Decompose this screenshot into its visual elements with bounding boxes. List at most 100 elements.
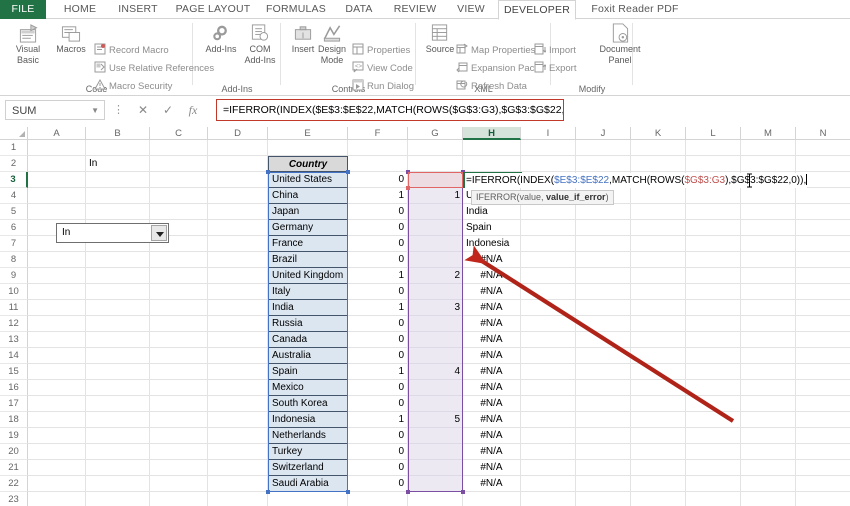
cell-M8[interactable] [741, 252, 796, 268]
cell-C20[interactable] [150, 444, 208, 460]
cell-I2[interactable] [521, 156, 576, 172]
cell-K12[interactable] [631, 316, 686, 332]
cell-L8[interactable] [686, 252, 741, 268]
ribbon-button-export[interactable]: Export [534, 61, 576, 76]
cell-H17-result[interactable]: #N/A [463, 396, 521, 412]
cell-F5-flag[interactable]: 0 [348, 204, 408, 220]
cell-L2[interactable] [686, 156, 741, 172]
cell-J23[interactable] [576, 492, 631, 506]
cell-M9[interactable] [741, 268, 796, 284]
row-header-11[interactable]: 11 [0, 300, 28, 316]
cell-B9[interactable] [86, 268, 150, 284]
cell-M2[interactable] [741, 156, 796, 172]
cell-H20-result[interactable]: #N/A [463, 444, 521, 460]
cell-I10[interactable] [521, 284, 576, 300]
ribbon-button-use-relative-references[interactable]: Use Relative References [94, 61, 214, 76]
cancel-formula-icon[interactable]: ✕ [135, 102, 151, 118]
cell-D20[interactable] [208, 444, 268, 460]
row-header-4[interactable]: 4 [0, 188, 28, 204]
row-header-13[interactable]: 13 [0, 332, 28, 348]
cell-M22[interactable] [741, 476, 796, 492]
column-header-G[interactable]: G [408, 127, 463, 140]
cell-G8-rank[interactable] [408, 252, 463, 268]
cell-F19-flag[interactable]: 0 [348, 428, 408, 444]
row-header-1[interactable]: 1 [0, 140, 28, 156]
cell-F4-flag[interactable]: 1 [348, 188, 408, 204]
cell-F17-flag[interactable]: 0 [348, 396, 408, 412]
cell-H15-result[interactable]: #N/A [463, 364, 521, 380]
cell-H14-result[interactable]: #N/A [463, 348, 521, 364]
ribbon-button-macro-security[interactable]: Macro Security [94, 79, 172, 94]
cell-I13[interactable] [521, 332, 576, 348]
cell-E11-country[interactable]: India [268, 300, 348, 316]
cell-A19[interactable] [28, 428, 86, 444]
cell-F11-flag[interactable]: 1 [348, 300, 408, 316]
cell-N18[interactable] [796, 412, 850, 428]
column-header-N[interactable]: N [796, 127, 850, 140]
cell-K6[interactable] [631, 220, 686, 236]
cell-B17[interactable] [86, 396, 150, 412]
cell-D14[interactable] [208, 348, 268, 364]
cell-J16[interactable] [576, 380, 631, 396]
cell-A23[interactable] [28, 492, 86, 506]
cell-K15[interactable] [631, 364, 686, 380]
cell-E22-country[interactable]: Saudi Arabia [268, 476, 348, 492]
cell-K23[interactable] [631, 492, 686, 506]
cell-E16-country[interactable]: Mexico [268, 380, 348, 396]
cell-C2[interactable] [150, 156, 208, 172]
cell-N4[interactable] [796, 188, 850, 204]
cell-H7-result[interactable]: Indonesia [463, 236, 521, 252]
ribbon-tab-foxit-reader-pdf[interactable]: Foxit Reader PDF [580, 0, 690, 19]
cell-E20-country[interactable]: Turkey [268, 444, 348, 460]
column-header-H[interactable]: H [463, 127, 521, 140]
ribbon-button-expansion-packs[interactable]: Expansion Packs [456, 61, 544, 76]
ribbon-tab-view[interactable]: VIEW [448, 0, 494, 19]
cell-G13-rank[interactable] [408, 332, 463, 348]
cell-C22[interactable] [150, 476, 208, 492]
column-header-M[interactable]: M [741, 127, 796, 140]
cell-C16[interactable] [150, 380, 208, 396]
name-box-chevron-down-icon[interactable]: ▼ [91, 101, 99, 121]
cell-G1[interactable] [408, 140, 463, 156]
cell-F23[interactable] [348, 492, 408, 506]
cell-L16[interactable] [686, 380, 741, 396]
cell-L6[interactable] [686, 220, 741, 236]
cell-F16-flag[interactable]: 0 [348, 380, 408, 396]
cell-K7[interactable] [631, 236, 686, 252]
ribbon-button-properties[interactable]: Properties [352, 43, 410, 58]
cell-K22[interactable] [631, 476, 686, 492]
cell-C11[interactable] [150, 300, 208, 316]
cell-A8[interactable] [28, 252, 86, 268]
cell-K2[interactable] [631, 156, 686, 172]
cell-F20-flag[interactable]: 0 [348, 444, 408, 460]
cell-I9[interactable] [521, 268, 576, 284]
cell-N2[interactable] [796, 156, 850, 172]
cell-K8[interactable] [631, 252, 686, 268]
chevron-down-icon[interactable] [151, 225, 167, 241]
cell-D8[interactable] [208, 252, 268, 268]
cell-M21[interactable] [741, 460, 796, 476]
cell-B4[interactable] [86, 188, 150, 204]
row-header-22[interactable]: 22 [0, 476, 28, 492]
ref-handle-br-E[interactable] [346, 490, 350, 494]
column-header-I[interactable]: I [521, 127, 576, 140]
cell-J8[interactable] [576, 252, 631, 268]
name-box[interactable]: SUM ▼ [5, 100, 105, 120]
cell-B5[interactable] [86, 204, 150, 220]
cell-A15[interactable] [28, 364, 86, 380]
ribbon-button-view-code[interactable]: <> View Code [352, 61, 413, 76]
cell-C23[interactable] [150, 492, 208, 506]
cell-A12[interactable] [28, 316, 86, 332]
cell-I5[interactable] [521, 204, 576, 220]
cell-N5[interactable] [796, 204, 850, 220]
ribbon-tab-developer[interactable]: DEVELOPER [498, 0, 576, 20]
cell-L19[interactable] [686, 428, 741, 444]
cell-G4-rank[interactable]: 1 [408, 188, 463, 204]
ribbon-button-source[interactable]: Source [420, 23, 460, 55]
cell-G15-rank[interactable]: 4 [408, 364, 463, 380]
ribbon-button-refresh-data[interactable]: Refresh Data [456, 79, 527, 94]
cell-F12-flag[interactable]: 0 [348, 316, 408, 332]
cell-L20[interactable] [686, 444, 741, 460]
cell-D9[interactable] [208, 268, 268, 284]
cell-M6[interactable] [741, 220, 796, 236]
